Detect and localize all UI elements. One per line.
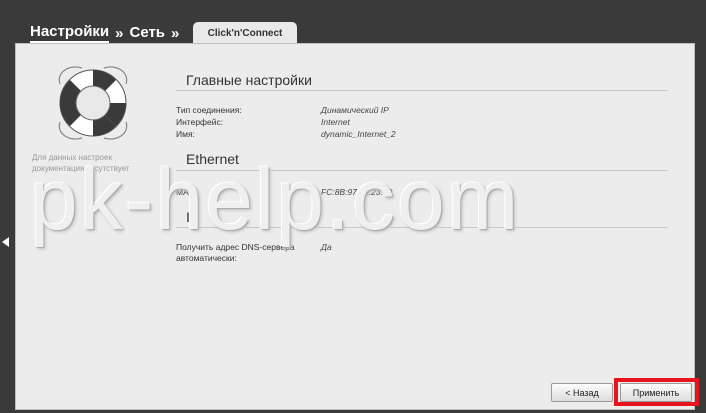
tab-click-n-connect[interactable]: Click'n'Connect bbox=[193, 22, 297, 44]
field-value: Динамический IP bbox=[321, 105, 389, 115]
watermark: pk-help.com bbox=[30, 152, 521, 248]
section-title-main: Главные настройки bbox=[186, 72, 312, 88]
breadcrumb: Настройки » Сеть » bbox=[30, 22, 179, 44]
back-button[interactable]: < Назад bbox=[551, 383, 613, 402]
field-label: Имя: bbox=[176, 129, 195, 139]
field-value: Internet bbox=[321, 117, 350, 127]
apply-button[interactable]: Применить bbox=[620, 383, 692, 402]
breadcrumb-network[interactable]: Сеть bbox=[129, 24, 165, 42]
field-value: dynamic_Internet_2 bbox=[321, 129, 396, 139]
breadcrumb-separator: » bbox=[115, 24, 124, 42]
lifebuoy-icon bbox=[58, 66, 128, 140]
field-label: Тип соединения: bbox=[176, 105, 242, 115]
field-label: Интерфейс: bbox=[176, 117, 224, 127]
collapse-arrow-icon[interactable] bbox=[2, 237, 9, 247]
breadcrumb-separator: » bbox=[171, 24, 180, 42]
breadcrumb-settings[interactable]: Настройки bbox=[30, 23, 110, 43]
section-divider bbox=[176, 90, 668, 91]
